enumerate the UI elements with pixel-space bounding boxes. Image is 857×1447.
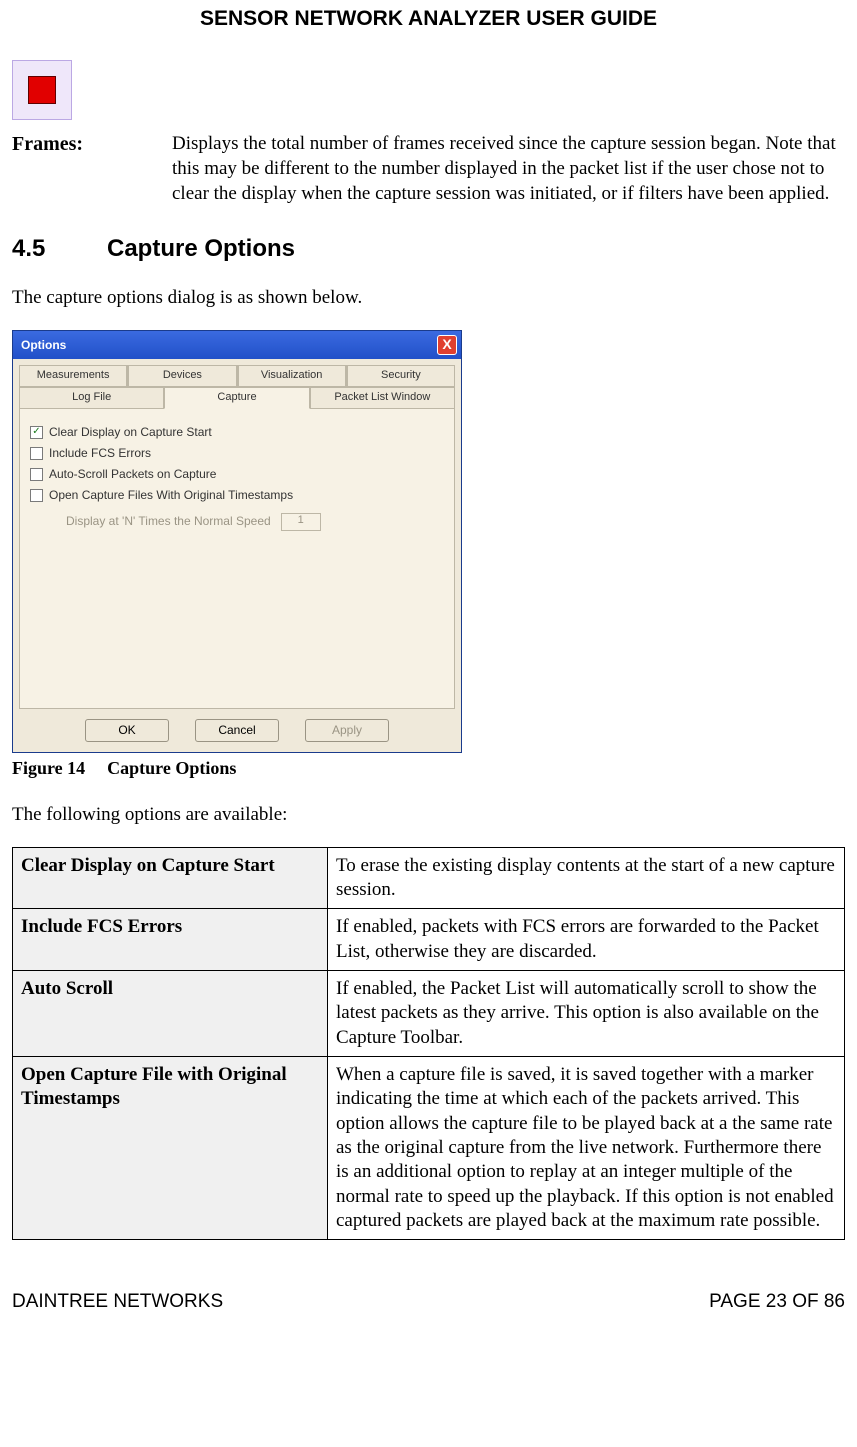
options-table: Clear Display on Capture Start To erase …: [12, 847, 845, 1240]
page-footer: DAINTREE NETWORKS PAGE 23 OF 86: [12, 1290, 845, 1334]
figure-caption: Figure 14 Capture Options: [12, 757, 845, 780]
figure-number: Figure 14: [12, 758, 85, 778]
checkbox-label: Auto-Scroll Packets on Capture: [49, 467, 216, 482]
tab-packetlist[interactable]: Packet List Window: [310, 387, 455, 409]
table-row: Clear Display on Capture Start To erase …: [13, 847, 845, 909]
tab-row-1: Measurements Devices Visualization Secur…: [19, 365, 455, 387]
options-dialog: Options X Measurements Devices Visualiza…: [12, 330, 462, 753]
checkbox-row-autoscroll[interactable]: Auto-Scroll Packets on Capture: [30, 467, 444, 482]
tab-measurements[interactable]: Measurements: [19, 365, 127, 387]
tab-row-2: Log File Capture Packet List Window: [19, 387, 455, 409]
checkbox-icon[interactable]: ✓: [30, 426, 43, 439]
frames-label: Frames:: [12, 132, 132, 157]
footer-left: DAINTREE NETWORKS: [12, 1290, 223, 1314]
ok-button[interactable]: OK: [85, 719, 169, 742]
section-title: Capture Options: [107, 235, 295, 262]
footer-right: PAGE 23 OF 86: [709, 1290, 845, 1314]
option-name: Clear Display on Capture Start: [13, 847, 328, 909]
option-desc: If enabled, packets with FCS errors are …: [328, 909, 845, 971]
dialog-button-row: OK Cancel Apply: [19, 709, 455, 746]
tab-panel-capture: ✓ Clear Display on Capture Start Include…: [19, 409, 455, 709]
dialog-titlebar[interactable]: Options X: [13, 331, 461, 359]
apply-button[interactable]: Apply: [305, 719, 389, 742]
checkbox-label: Open Capture Files With Original Timesta…: [49, 488, 293, 503]
option-name: Open Capture File with Original Timestam…: [13, 1057, 328, 1240]
checkbox-label: Clear Display on Capture Start: [49, 425, 212, 440]
checkbox-row-clear-display[interactable]: ✓ Clear Display on Capture Start: [30, 425, 444, 440]
table-row: Open Capture File with Original Timestam…: [13, 1057, 845, 1240]
checkbox-icon[interactable]: [30, 447, 43, 460]
figure-title: Capture Options: [107, 758, 236, 778]
section-intro: The capture options dialog is as shown b…: [12, 286, 845, 310]
tab-security[interactable]: Security: [347, 365, 455, 387]
close-icon[interactable]: X: [437, 335, 457, 355]
tab-logfile[interactable]: Log File: [19, 387, 164, 409]
section-number: 4.5: [12, 234, 107, 264]
frames-description: Displays the total number of frames rece…: [172, 132, 845, 206]
options-intro: The following options are available:: [12, 803, 845, 827]
table-row: Auto Scroll If enabled, the Packet List …: [13, 971, 845, 1057]
speed-suboption: Display at 'N' Times the Normal Speed 1: [66, 513, 444, 531]
tab-capture[interactable]: Capture: [164, 387, 309, 409]
checkbox-label: Include FCS Errors: [49, 446, 151, 461]
cancel-button[interactable]: Cancel: [195, 719, 279, 742]
section-heading: 4.5Capture Options: [12, 234, 845, 264]
option-name: Auto Scroll: [13, 971, 328, 1057]
option-desc: When a capture file is saved, it is save…: [328, 1057, 845, 1240]
table-row: Include FCS Errors If enabled, packets w…: [13, 909, 845, 971]
page-title: SENSOR NETWORK ANALYZER USER GUIDE: [12, 0, 845, 60]
frames-definition: Frames: Displays the total number of fra…: [12, 132, 845, 206]
tab-devices[interactable]: Devices: [128, 365, 236, 387]
tab-visualization[interactable]: Visualization: [238, 365, 346, 387]
checkbox-icon[interactable]: [30, 468, 43, 481]
speed-input[interactable]: 1: [281, 513, 321, 531]
dialog-title-text: Options: [21, 338, 66, 353]
stop-icon: [12, 60, 72, 120]
checkbox-row-timestamps[interactable]: Open Capture Files With Original Timesta…: [30, 488, 444, 503]
option-desc: If enabled, the Packet List will automat…: [328, 971, 845, 1057]
checkbox-icon[interactable]: [30, 489, 43, 502]
option-desc: To erase the existing display contents a…: [328, 847, 845, 909]
speed-label: Display at 'N' Times the Normal Speed: [66, 514, 271, 529]
checkbox-row-fcs[interactable]: Include FCS Errors: [30, 446, 444, 461]
option-name: Include FCS Errors: [13, 909, 328, 971]
